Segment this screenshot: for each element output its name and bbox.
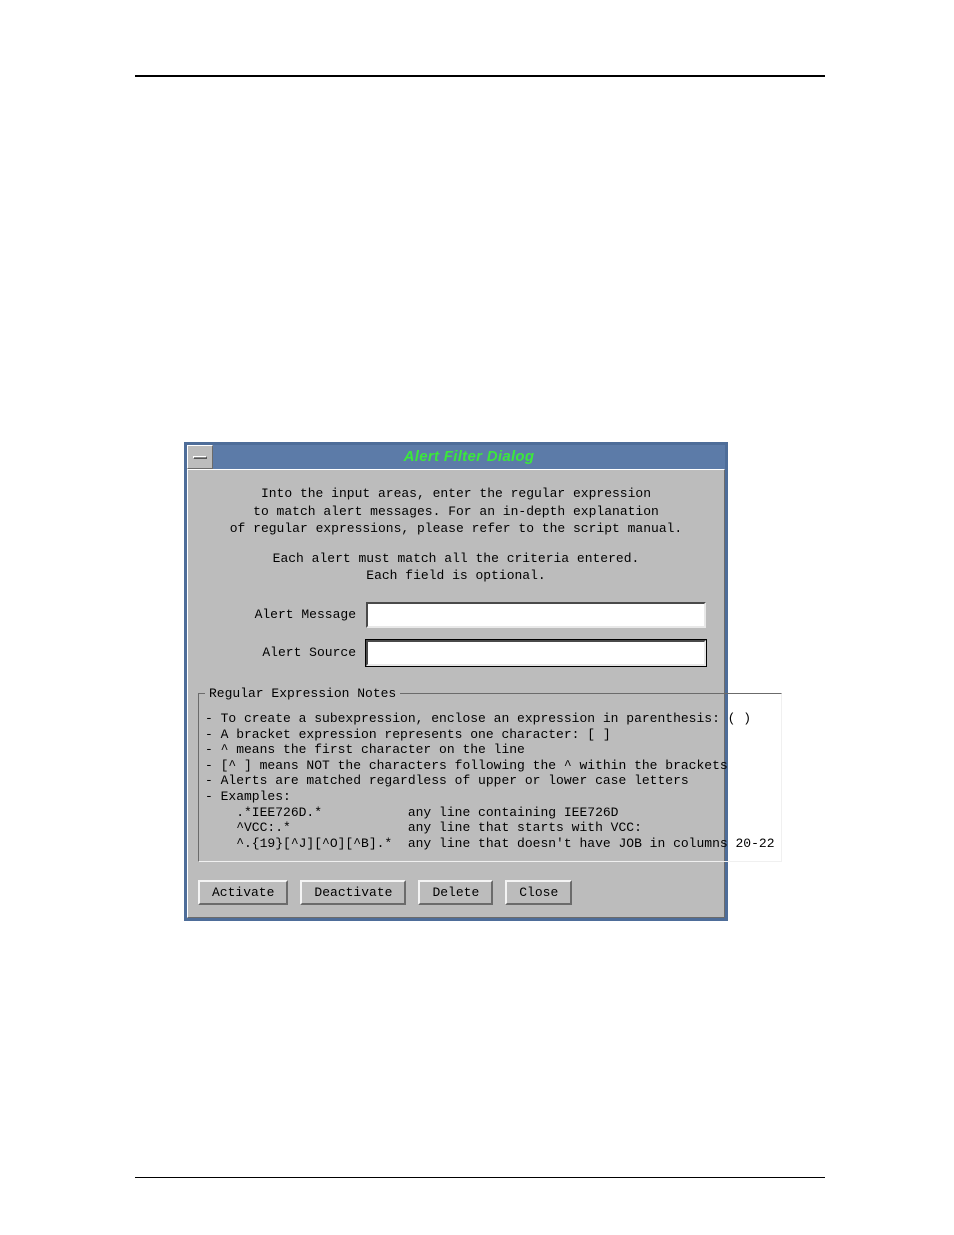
alert-message-label: Alert Message bbox=[255, 607, 356, 622]
alert-filter-dialog: Alert Filter Dialog Into the input areas… bbox=[184, 442, 728, 921]
alert-message-row: Alert Message bbox=[196, 596, 716, 634]
alert-source-row: Alert Source bbox=[196, 634, 716, 672]
deactivate-button[interactable]: Deactivate bbox=[300, 880, 406, 905]
regex-notes-legend: Regular Expression Notes bbox=[205, 686, 400, 701]
alert-source-label: Alert Source bbox=[262, 645, 356, 660]
activate-button[interactable]: Activate bbox=[198, 880, 288, 905]
page-divider-top bbox=[135, 75, 825, 77]
intro-line-3: of regular expressions, please refer to … bbox=[210, 521, 702, 537]
system-menu-button[interactable] bbox=[187, 445, 213, 469]
alert-message-input[interactable] bbox=[366, 602, 706, 628]
intro-line-1: Into the input areas, enter the regular … bbox=[210, 486, 702, 502]
close-button[interactable]: Close bbox=[505, 880, 572, 905]
intro-note-2: Each field is optional. bbox=[210, 568, 702, 584]
intro-line-2: to match alert messages. For an in-depth… bbox=[210, 504, 702, 520]
page-divider-bottom bbox=[135, 1177, 825, 1178]
dialog-body: Into the input areas, enter the regular … bbox=[187, 469, 725, 918]
regex-notes-body: - To create a subexpression, enclose an … bbox=[205, 711, 775, 851]
system-menu-icon bbox=[193, 456, 207, 459]
alert-source-input[interactable] bbox=[366, 640, 706, 666]
intro-note-1: Each alert must match all the criteria e… bbox=[210, 551, 702, 567]
dialog-title: Alert Filter Dialog bbox=[213, 445, 725, 469]
regex-notes-group: Regular Expression Notes - To create a s… bbox=[198, 686, 782, 862]
intro-text: Into the input areas, enter the regular … bbox=[196, 480, 716, 596]
button-row: Activate Deactivate Delete Close bbox=[196, 862, 716, 907]
title-bar: Alert Filter Dialog bbox=[187, 445, 725, 469]
delete-button[interactable]: Delete bbox=[418, 880, 493, 905]
